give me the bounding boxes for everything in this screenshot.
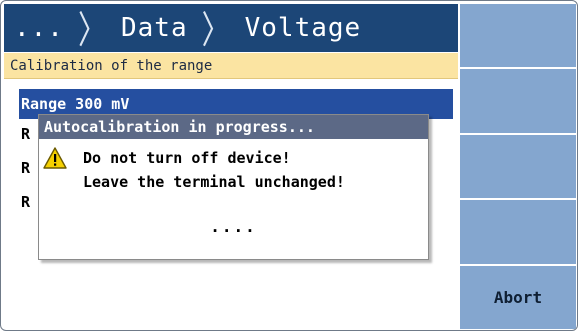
dialog-title: Autocalibration in progress... <box>39 115 428 139</box>
breadcrumb-separator-icon: 〉 <box>77 7 107 53</box>
softkey-1[interactable] <box>460 4 576 68</box>
breadcrumb-separator-icon: 〉 <box>201 7 231 53</box>
softkey-panel: Abort <box>460 4 576 330</box>
breadcrumb: ... 〉 Data 〉 Voltage <box>4 4 458 52</box>
abort-button-label: Abort <box>493 287 543 307</box>
list-item[interactable]: R <box>19 119 31 153</box>
progress-dots: .... <box>210 217 257 236</box>
dialog-message-line1: Do not turn off device! <box>83 149 291 167</box>
softkey-2[interactable] <box>460 69 576 133</box>
list-item[interactable]: R <box>19 153 31 187</box>
page-subtitle: Calibration of the range <box>4 53 458 79</box>
warning-icon <box>43 147 67 169</box>
device-screen: ... 〉 Data 〉 Voltage Calibration of the … <box>0 0 578 331</box>
softkey-3[interactable] <box>460 134 576 199</box>
abort-button[interactable]: Abort <box>460 265 576 330</box>
breadcrumb-item-data[interactable]: Data <box>121 13 188 43</box>
dialog-body: Do not turn off device! Leave the termin… <box>39 139 428 259</box>
list-item[interactable]: R <box>19 187 31 221</box>
autocalibration-dialog: Autocalibration in progress... Do not tu… <box>38 114 429 260</box>
dialog-message-line2: Leave the terminal unchanged! <box>83 173 345 191</box>
breadcrumb-item-parent[interactable]: ... <box>14 13 64 43</box>
breadcrumb-item-voltage: Voltage <box>244 13 362 43</box>
softkey-4[interactable] <box>460 200 576 264</box>
